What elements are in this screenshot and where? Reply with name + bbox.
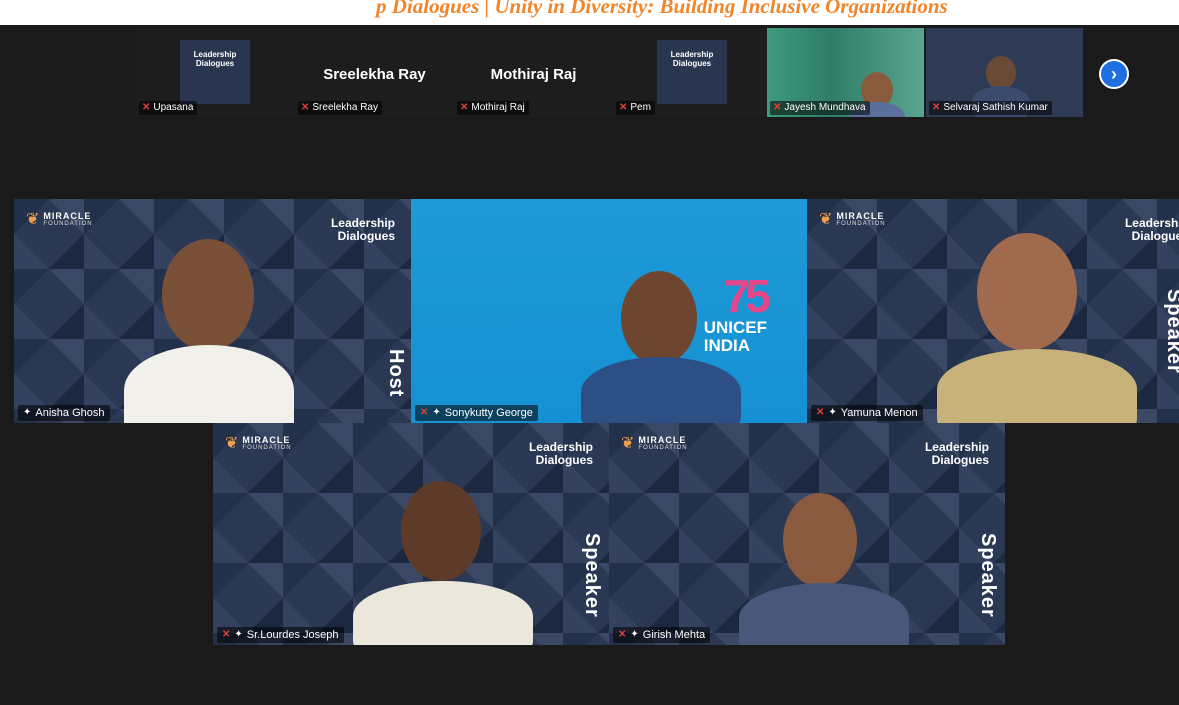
participant-name-label: ✕ ✦ Sonykutty George [415,405,538,421]
participant-video [162,239,254,351]
pin-icon: ✦ [630,629,639,640]
participant-name-label: ✦ Anisha Ghosh [18,405,110,421]
participant-video [621,271,697,365]
video-tile-girish[interactable]: ❦ MIRACLE FOUNDATION Leadership Dialogues S… [609,423,1005,645]
participant-thumb-upasana[interactable]: Leadership Dialogues ✕ Upasana [136,28,295,117]
participant-name-label: ✕ Upasana [139,101,198,115]
participant-name-label: ✕ ✦ Girish Mehta [613,627,711,643]
next-page-button[interactable]: › [1099,59,1129,89]
participant-video [977,233,1077,351]
participant-name-label: ✕ Selvaraj Sathish Kumar [929,101,1052,115]
chevron-right-icon: › [1111,64,1117,84]
leadership-dialogues-title: LeadershipDialogues [528,440,593,467]
participant-name-label: ✕ ✦ Yamuna Menon [811,405,923,421]
participant-name-label: ✕ Mothiraj Raj [457,101,529,115]
mic-muted-icon: ✕ [142,102,151,113]
foundation-emblem-icon: ❦ [621,435,635,452]
leadership-dialogues-logo: Leadership Dialogues [657,40,727,104]
participant-video-body [581,357,741,423]
foundation-emblem-icon: ❦ [225,435,239,452]
participant-video [783,493,857,587]
participant-thumb-sreelekha[interactable]: Sreelekha Ray ✕ Sreelekha Ray [295,28,454,117]
miracle-foundation-logo: ❦ MIRACLE FOUNDATION [26,210,93,228]
participant-video-body [353,581,533,645]
participant-name-label: ✕ ✦ Sr.Lourdes Joseph [217,627,344,643]
video-tile-lourdes[interactable]: ❦ MIRACLE FOUNDATION Leadership Dialogues S… [213,423,609,645]
meeting-stage: Leadership Dialogues ✕ Upasana Sreelekha … [0,25,1179,705]
role-label: Speaker [977,533,999,618]
unicef-india-text: UNICEF INDIA [703,318,767,355]
participant-name-label: ✕ Sreelekha Ray [298,101,382,115]
mic-muted-icon: ✕ [932,102,941,113]
leadership-dialogues-title: LeadershipDialogues [330,216,395,243]
mic-muted-icon: ✕ [619,102,628,113]
session-title: p Dialogues | Unity in Diversity: Buildi… [376,0,948,18]
participant-video-body [739,583,909,645]
participant-video-body [937,349,1137,423]
video-tile-sonykutty[interactable]: 75 UNICEF INDIA ✕ ✦ Sonykutty George [411,199,807,423]
foundation-emblem-icon: ❦ [26,211,40,228]
participant-display-name: Sreelekha Ray [323,66,426,83]
participant-thumb-selvaraj[interactable]: ✕ Selvaraj Sathish Kumar [926,28,1083,117]
leadership-dialogues-title: LeadershipDialogues [1124,216,1179,243]
miracle-foundation-logo: ❦ MIRACLE FOUNDATION [621,434,688,452]
participant-thumb-jayesh[interactable]: ✕ Jayesh Mundhava [767,28,924,117]
mic-muted-icon: ✕ [816,407,825,418]
video-tile-anisha[interactable]: ❦ MIRACLE FOUNDATION Leadership Dialogues H… [14,199,411,423]
unicef-75-logo: 75 [723,270,771,322]
mic-muted-icon: ✕ [773,102,782,113]
participant-name-label: ✕ Pem [616,101,655,115]
participant-display-name: Mothiraj Raj [490,66,577,83]
miracle-foundation-logo: ❦ MIRACLE FOUNDATION [819,210,886,228]
role-label: Speaker [1163,289,1179,374]
pin-icon: ✦ [23,407,32,418]
mic-muted-icon: ✕ [301,102,310,113]
miracle-foundation-logo: ❦ MIRACLE FOUNDATION [225,434,292,452]
leadership-dialogues-logo: Leadership Dialogues [180,40,250,104]
leadership-dialogues-title: LeadershipDialogues [924,440,989,467]
pin-icon: ✦ [432,407,441,418]
role-label: Host [385,349,407,398]
video-tile-yamuna[interactable]: ❦MIRACLEFOUNDATION LeadershipDialogues S… [807,199,1179,423]
mic-muted-icon: ✕ [460,102,469,113]
participant-thumb-mothiraj[interactable]: Mothiraj Raj ✕ Mothiraj Raj [454,28,613,117]
pin-icon: ✦ [828,407,837,418]
foundation-emblem-icon: ❦ [819,211,833,228]
session-title-banner: p Dialogues | Unity in Diversity: Buildi… [0,0,1179,25]
participant-thumb-pem[interactable]: Leadership Dialogues ✕ Pem [613,28,772,117]
mic-muted-icon: ✕ [222,629,231,640]
mic-muted-icon: ✕ [420,407,429,418]
participant-video [986,56,1016,90]
role-label: Speaker [581,533,603,618]
mic-muted-icon: ✕ [618,629,627,640]
participant-video [401,481,481,581]
participant-name-label: ✕ Jayesh Mundhava [770,101,870,115]
pin-icon: ✦ [234,629,243,640]
